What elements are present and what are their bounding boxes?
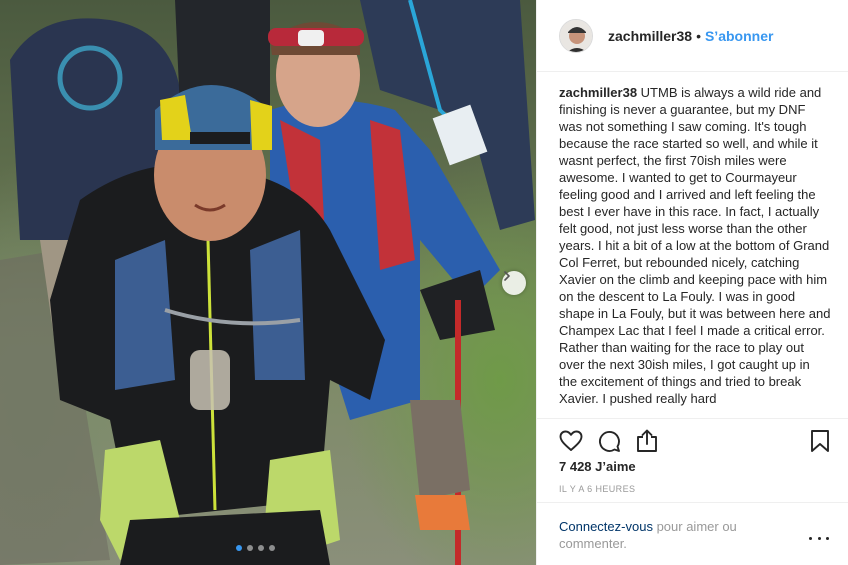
more-options-icon	[809, 536, 812, 540]
post-actions-area: 7 428 J’aime IL Y A 6 HEURES	[537, 418, 848, 502]
header-username[interactable]: zachmiller38	[608, 28, 692, 44]
save-button[interactable]	[808, 429, 832, 453]
post-photo[interactable]	[0, 0, 536, 565]
post-header: zachmiller38 • S’abonner	[537, 0, 848, 72]
share-button[interactable]	[635, 429, 659, 453]
login-link[interactable]: Connectez-vous	[559, 519, 653, 534]
carousel-indicator	[236, 545, 275, 551]
action-bar	[559, 429, 831, 453]
more-options-button[interactable]	[809, 533, 829, 543]
share-icon	[637, 429, 657, 452]
comment-button[interactable]	[597, 429, 621, 453]
login-prompt-text: Connectez-vous pour aimer ou commenter.	[559, 518, 789, 552]
bookmark-icon	[811, 430, 829, 452]
like-button[interactable]	[559, 429, 583, 453]
chevron-right-icon	[504, 271, 510, 281]
carousel-dot	[247, 545, 253, 551]
avatar-image	[560, 19, 592, 52]
heart-icon	[559, 430, 583, 451]
comment-icon	[599, 431, 620, 452]
post-caption: zachmiller38 UTMB is always a wild ride …	[559, 84, 831, 416]
caption-text: UTMB is always a wild ride and finishing…	[559, 85, 831, 406]
caption-username[interactable]: zachmiller38	[559, 85, 637, 100]
more-options-icon	[817, 536, 821, 540]
header-separator: •	[696, 27, 701, 44]
login-prompt: Connectez-vous pour aimer ou commenter.	[537, 502, 848, 565]
follow-button[interactable]: S’abonner	[705, 28, 773, 44]
post-timestamp[interactable]: IL Y A 6 HEURES	[559, 484, 635, 494]
runners-photo	[0, 0, 535, 565]
avatar[interactable]	[559, 18, 593, 53]
like-count[interactable]: 7 428 J’aime	[559, 459, 636, 474]
carousel-dot	[269, 545, 275, 551]
more-options-icon	[826, 536, 829, 540]
post-side-panel: zachmiller38 • S’abonner zachmiller38 UT…	[536, 0, 848, 565]
carousel-dot	[258, 545, 264, 551]
carousel-next-button[interactable]	[502, 271, 526, 295]
carousel-dot	[236, 545, 242, 551]
